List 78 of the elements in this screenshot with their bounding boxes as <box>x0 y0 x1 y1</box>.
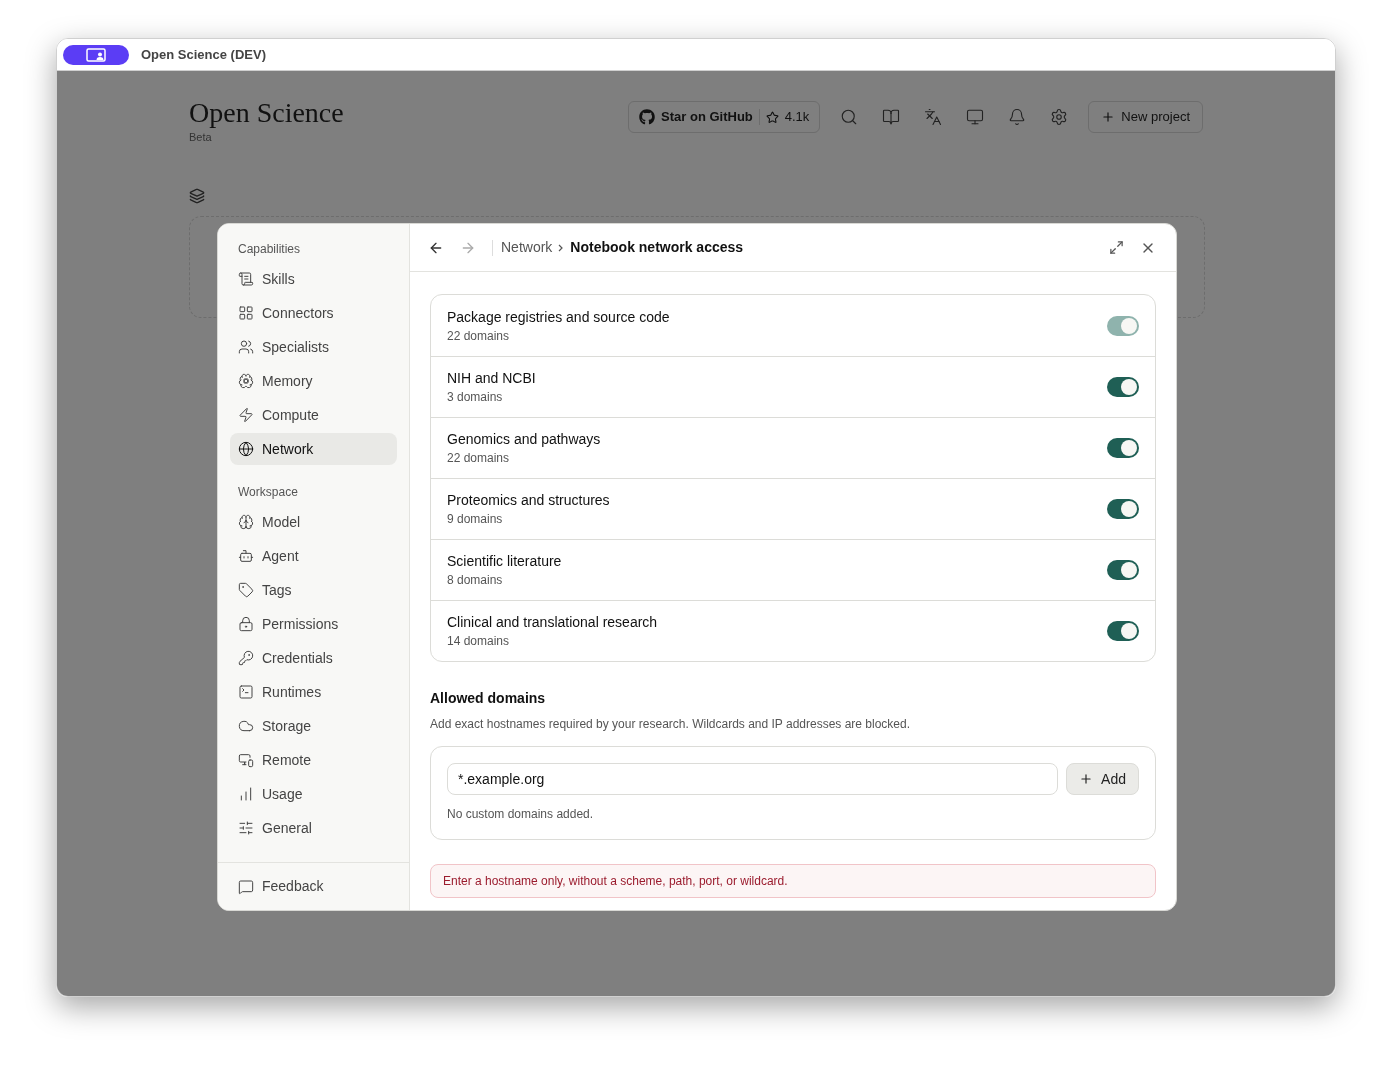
lock-icon <box>238 616 254 632</box>
section-title: Allowed domains <box>430 689 547 708</box>
terminal-icon <box>238 684 254 700</box>
monitor-icon[interactable] <box>966 108 985 126</box>
group-name: Proteomics and structures <box>447 491 610 510</box>
message-icon <box>238 878 254 895</box>
settings-icon[interactable] <box>1050 108 1069 126</box>
new-project-button[interactable]: New project <box>1088 101 1203 133</box>
group-name: Package registries and source code <box>447 307 670 327</box>
sidebar-item[interactable]: Agent <box>230 540 397 572</box>
sidebar-item[interactable]: Specialists <box>230 331 397 363</box>
sidebar-item[interactable]: Permissions <box>230 608 397 640</box>
section-heading: Workspace <box>237 484 299 501</box>
toggle-switch[interactable] <box>1107 377 1139 397</box>
star-icon <box>765 110 779 124</box>
robot-icon <box>238 548 254 564</box>
app-badge-icon[interactable] <box>63 44 129 65</box>
toggle-switch[interactable] <box>1107 499 1139 519</box>
window-title: Open Science (DEV) <box>141 45 266 64</box>
group-name: NIH and NCBI <box>447 369 536 388</box>
domain-count: 3 domains <box>447 389 504 406</box>
translate-icon[interactable] <box>924 108 943 126</box>
plus-icon <box>1079 772 1094 786</box>
feedback-item[interactable]: Feedback <box>230 876 332 897</box>
bell-icon[interactable] <box>1008 108 1027 126</box>
app-subtitle: Beta <box>189 130 213 145</box>
chevron-icon <box>558 243 565 252</box>
domain-count: 8 domains <box>447 572 504 589</box>
sidebar-item[interactable]: Remote <box>230 744 397 776</box>
section-description: Add exact hostnames required by your research. Wildcards and IP addresses are blocked. <box>430 716 912 733</box>
sidebar-item[interactable]: Tags <box>230 574 397 606</box>
breadcrumb-link[interactable]: Network <box>501 237 553 258</box>
scroll-icon <box>238 271 254 287</box>
sidebar-item[interactable]: Storage <box>230 710 397 742</box>
sidebar-item[interactable]: Credentials <box>230 642 397 674</box>
sidebar-item[interactable]: Runtimes <box>230 676 397 708</box>
domain-count: 22 domains <box>447 327 511 345</box>
github-icon <box>639 109 656 125</box>
cloud-icon <box>238 718 254 734</box>
sliders-icon <box>238 820 254 836</box>
group-name: Genomics and pathways <box>447 430 601 449</box>
chart-icon <box>238 786 254 802</box>
sidebar-item[interactable]: Usage <box>230 778 397 810</box>
book-icon[interactable] <box>882 108 901 126</box>
globe-icon <box>238 441 254 457</box>
group-name: Clinical and translational research <box>447 613 658 632</box>
add-button[interactable]: Add <box>1066 763 1139 795</box>
domain-count: 9 domains <box>447 511 504 528</box>
sidebar-item[interactable]: Connectors <box>230 297 397 329</box>
error-message: Enter a hostname only, without a scheme, path, port, or wildcard. <box>430 864 1156 898</box>
sidebar-item[interactable]: Memory <box>230 365 397 397</box>
sidebar-item[interactable]: Skills <box>230 263 397 295</box>
sidebar-item[interactable]: Compute <box>230 399 397 431</box>
stack-icon <box>189 187 205 204</box>
github-star-button[interactable]: Star on GitHub 4.1k <box>628 101 821 133</box>
section-heading: Capabilities <box>237 241 302 258</box>
plus-icon <box>1101 110 1116 124</box>
domain-count: 14 domains <box>447 633 511 650</box>
toggle-switch[interactable] <box>1107 560 1139 580</box>
grid-icon <box>238 305 254 321</box>
tag-icon <box>238 582 254 598</box>
toggle-switch[interactable] <box>1107 621 1139 641</box>
empty-message: No custom domains added. <box>447 806 595 823</box>
expand-icon[interactable] <box>1109 240 1124 255</box>
sidebar-item[interactable]: Model <box>230 506 397 538</box>
monitor-icon <box>238 752 254 768</box>
sidebar-item[interactable]: Network <box>230 433 397 465</box>
key-icon <box>238 650 254 666</box>
sidebar-item[interactable]: General <box>230 812 397 844</box>
lightning-icon <box>238 407 254 423</box>
group-name: Scientific literature <box>447 552 562 571</box>
domain-input[interactable]: *.example.org <box>447 763 1059 795</box>
users-icon <box>238 339 254 355</box>
domain-count: 22 domains <box>447 450 511 467</box>
app-title: Open Science <box>189 97 344 129</box>
toggle-switch[interactable] <box>1107 438 1139 458</box>
search-icon[interactable] <box>840 108 859 126</box>
breadcrumb-current: Notebook network access <box>570 238 744 257</box>
